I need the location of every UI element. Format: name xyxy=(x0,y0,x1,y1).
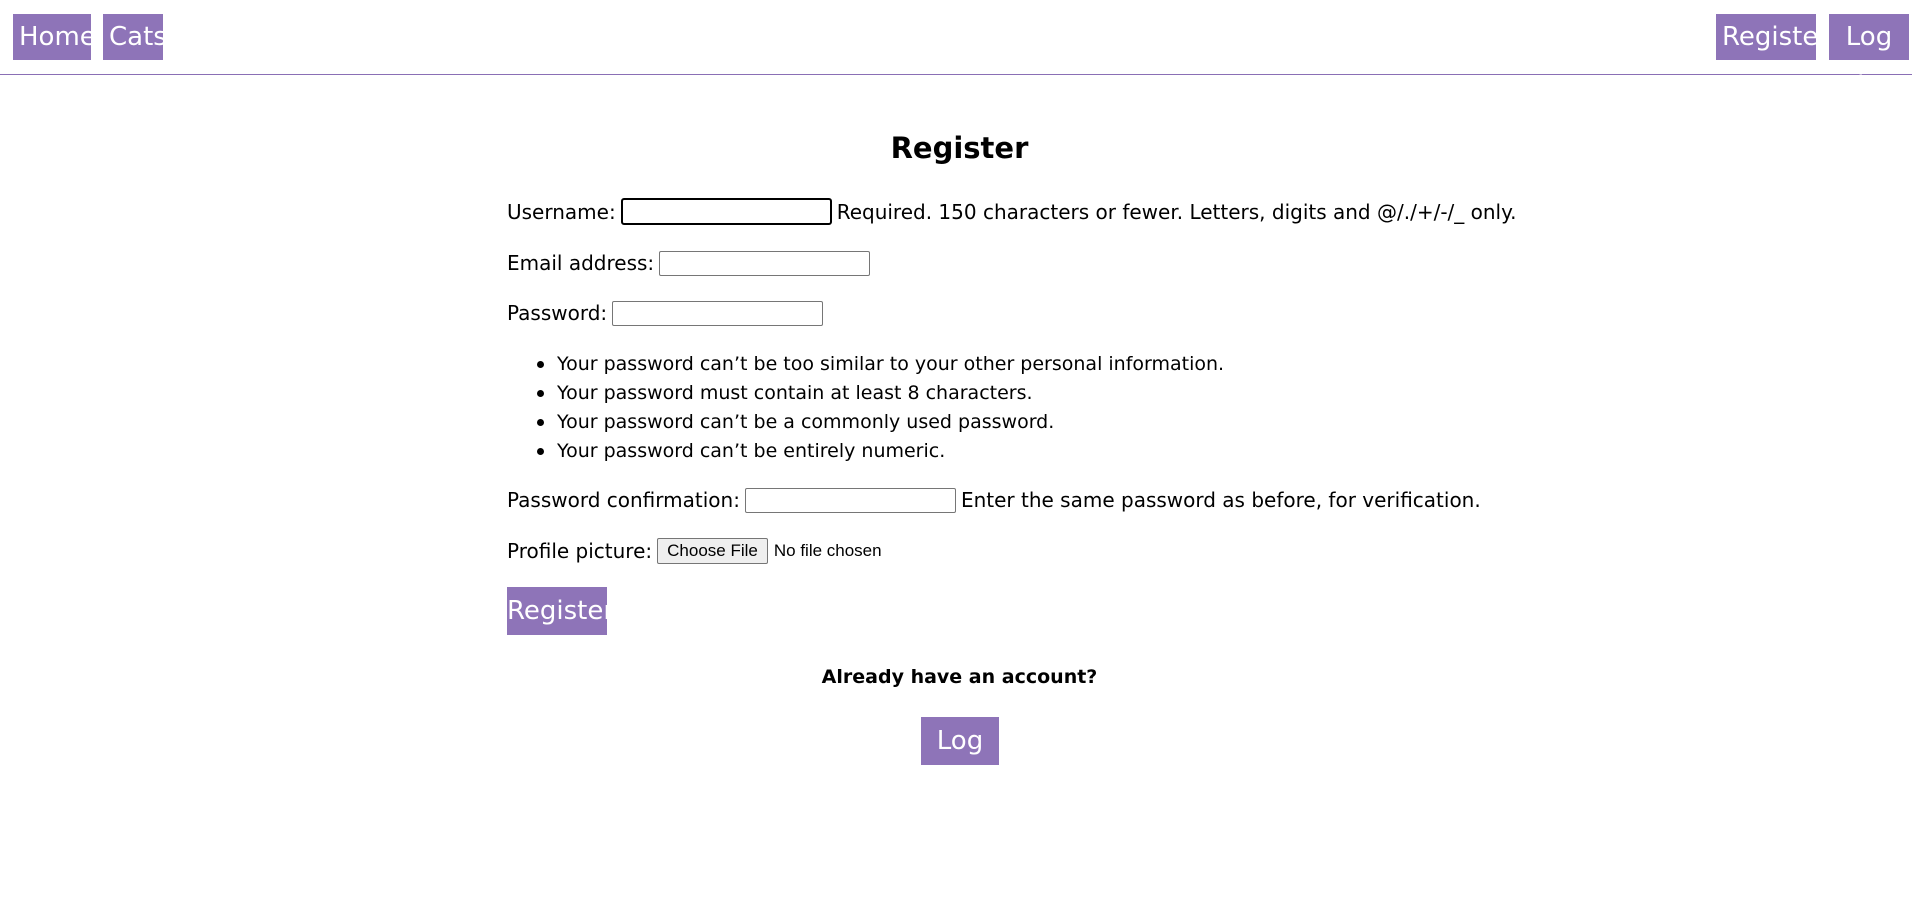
list-item: Your password can’t be too similar to yo… xyxy=(537,351,1225,380)
register-submit-button[interactable]: Register xyxy=(507,587,614,635)
password-confirmation-input[interactable] xyxy=(744,487,956,513)
nav-register-link[interactable]: Register xyxy=(1716,14,1829,60)
bullet-icon xyxy=(537,361,544,368)
password-rules-list: Your password can’t be too similar to yo… xyxy=(537,351,1225,467)
password-input[interactable] xyxy=(612,300,824,326)
email-input[interactable] xyxy=(659,250,871,276)
password-row: Password: xyxy=(507,300,828,326)
bullet-icon xyxy=(537,390,544,397)
file-status-text: No file chosen xyxy=(773,541,882,560)
password-confirmation-row: Password confirmation: Enter the same pa… xyxy=(507,487,1481,513)
nav-cats-link[interactable]: Cats xyxy=(103,14,167,60)
choose-file-button[interactable]: Choose File xyxy=(657,538,768,564)
username-row: Username: Required. 150 characters or fe… xyxy=(507,198,1516,225)
username-input[interactable] xyxy=(620,198,832,225)
already-have-account-text: Already have an account? xyxy=(821,666,1098,688)
list-item: Your password can’t be entirely numeric. xyxy=(537,438,1224,467)
top-navigation: Home Cats Register Log in xyxy=(0,0,1912,98)
password-rule-text: Your password can’t be a commonly used p… xyxy=(557,411,1055,433)
list-item: Your password can’t be a commonly used p… xyxy=(537,409,1224,438)
username-help-text: Required. 150 characters or fewer. Lette… xyxy=(836,199,1517,224)
password-rule-text: Your password can’t be too similar to yo… xyxy=(557,353,1225,375)
nav-home-link[interactable]: Home xyxy=(13,14,96,60)
password-label: Password: xyxy=(507,301,608,325)
profile-picture-row: Profile picture: Choose File No file cho… xyxy=(507,538,882,564)
email-row: Email address: xyxy=(507,250,875,276)
password-confirmation-label: Password confirmation: xyxy=(507,488,740,512)
profile-picture-label: Profile picture: xyxy=(507,539,653,563)
page-title: Register xyxy=(890,131,1029,165)
password-rule-text: Your password must contain at least 8 ch… xyxy=(557,382,1033,404)
email-label: Email address: xyxy=(507,251,655,275)
bullet-icon xyxy=(537,448,544,455)
username-label: Username: xyxy=(507,199,616,224)
nav-login-link[interactable]: Log in xyxy=(1829,14,1909,98)
bullet-icon xyxy=(537,419,544,426)
password-rule-text: Your password can’t be entirely numeric. xyxy=(557,440,946,462)
list-item: Your password must contain at least 8 ch… xyxy=(537,380,1224,409)
password-confirmation-help-text: Enter the same password as before, for v… xyxy=(960,488,1481,512)
login-button[interactable]: Log in xyxy=(921,717,999,804)
